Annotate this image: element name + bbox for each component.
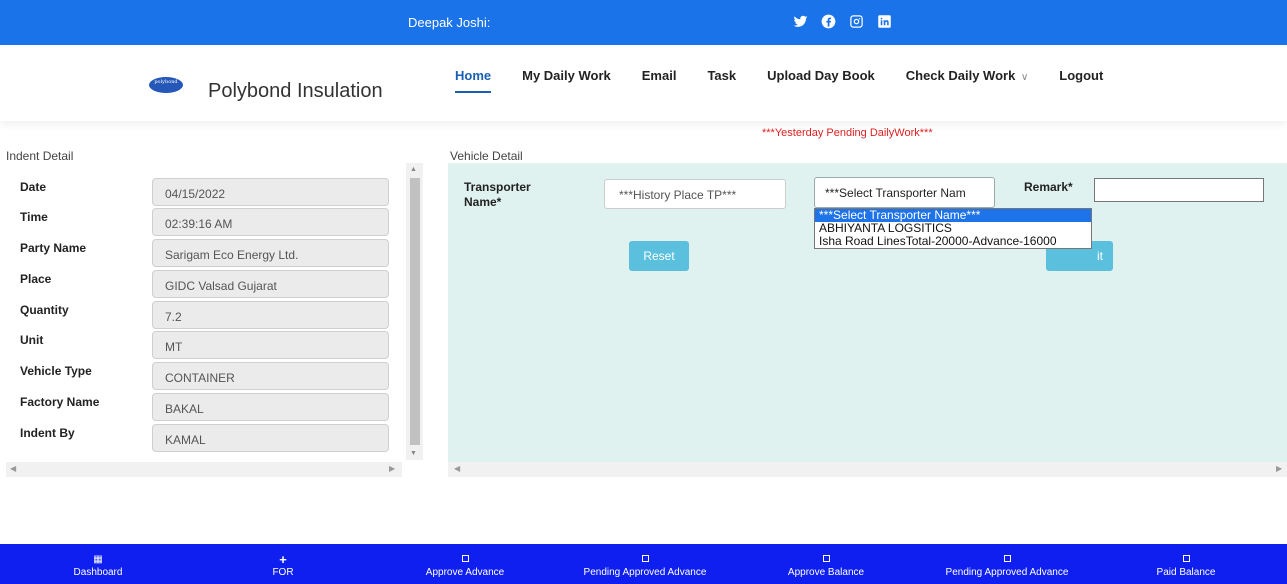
bottom-nav-label: Pending Approved Advance	[945, 567, 1069, 578]
scroll-right-icon[interactable]: ▶	[1276, 464, 1282, 473]
nav-check-daily-work-label: Check Daily Work	[905, 68, 1016, 83]
nav-logout[interactable]: Logout	[1059, 68, 1103, 93]
nav-email[interactable]: Email	[642, 68, 677, 93]
indent-label: Vehicle Type	[20, 364, 92, 378]
twitter-icon[interactable]	[792, 13, 808, 29]
submit-button-label: it	[1097, 249, 1103, 263]
square-icon	[1146, 555, 1226, 565]
square-icon	[567, 555, 723, 565]
nav-check-daily-work[interactable]: Check Daily Work ∨	[906, 68, 1029, 93]
scroll-up-icon[interactable]: ▲	[410, 166, 417, 173]
indent-label: Factory Name	[20, 395, 100, 409]
plus-icon: +	[279, 552, 287, 567]
indent-value: 02:39:16 AM	[152, 208, 389, 236]
bottom-nav-label: FOR	[272, 567, 294, 578]
indent-detail-title: Indent Detail	[6, 149, 74, 163]
indent-horizontal-scrollbar[interactable]: ◀ ▶	[6, 462, 402, 477]
instagram-icon[interactable]	[848, 13, 864, 29]
facebook-icon[interactable]	[820, 13, 836, 29]
transporter-name-label: Transporter Name*	[464, 180, 531, 209]
transporter-select[interactable]: ***Select Transporter Nam	[814, 177, 995, 208]
reset-button[interactable]: Reset	[629, 241, 689, 271]
pending-notice[interactable]: ***Yesterday Pending DailyWork***	[762, 127, 933, 139]
indent-label: Time	[20, 210, 48, 224]
brand-logo[interactable]: polybond	[149, 77, 183, 93]
indent-vertical-scrollbar[interactable]: ▲ ▼	[406, 163, 423, 460]
indent-detail-panel: Date 04/15/2022 Time 02:39:16 AM Party N…	[6, 163, 423, 475]
bottom-nav-for[interactable]: + FOR	[253, 544, 313, 584]
indent-label: Unit	[20, 333, 44, 347]
nav-my-daily-work[interactable]: My Daily Work	[522, 68, 611, 93]
indent-row-date: Date 04/15/2022	[6, 178, 406, 209]
indent-row-indent-by: Indent By KAMAL	[6, 424, 406, 455]
remark-label: Remark*	[1024, 180, 1073, 194]
bottom-nav-dashboard[interactable]: ▦ Dashboard	[57, 544, 139, 584]
nav-upload-day-book[interactable]: Upload Day Book	[767, 68, 875, 93]
square-icon	[929, 555, 1085, 565]
remark-input[interactable]	[1094, 178, 1264, 202]
indent-value: MT	[152, 331, 389, 359]
vehicle-detail-title: Vehicle Detail	[450, 149, 523, 163]
indent-value: Sarigam Eco Energy Ltd.	[152, 239, 389, 267]
scroll-left-icon[interactable]: ◀	[10, 464, 16, 473]
transporter-dropdown-list: ***Select Transporter Name*** ABHIYANTA …	[814, 208, 1092, 249]
main-nav: Home My Daily Work Email Task Upload Day…	[455, 68, 1134, 93]
grid-icon: ▦	[93, 554, 103, 565]
history-place-field[interactable]: ***History Place TP***	[604, 179, 786, 209]
indent-value: KAMAL	[152, 424, 389, 452]
chevron-down-icon: ∨	[1020, 72, 1029, 83]
bottom-nav-pending-approved-advance-2[interactable]: Pending Approved Advance	[929, 544, 1085, 584]
indent-value: 7.2	[152, 301, 389, 329]
indent-value: GIDC Valsad Gujarat	[152, 270, 389, 298]
app-root: Deepak Joshi: polybond Polybond Insulati…	[0, 0, 1287, 584]
bottom-nav-label: Approve Advance	[425, 567, 505, 578]
bottom-nav-label: Paid Balance	[1156, 567, 1216, 578]
bottom-nav-approve-balance[interactable]: Approve Balance	[771, 544, 881, 584]
bottom-nav-paid-balance[interactable]: Paid Balance	[1146, 544, 1226, 584]
scroll-down-icon[interactable]: ▼	[410, 450, 417, 457]
brand-name[interactable]: Polybond Insulation	[208, 80, 383, 103]
indent-label: Indent By	[20, 426, 75, 440]
main-header: polybond Polybond Insulation Home My Dai…	[0, 45, 1287, 121]
bottom-nav-label: Dashboard	[73, 567, 123, 578]
indent-row-quantity: Quantity 7.2	[6, 301, 406, 332]
indent-value: 04/15/2022	[152, 178, 389, 206]
dropdown-option[interactable]: Isha Road LinesTotal-20000-Advance-16000	[815, 235, 1091, 248]
indent-label: Quantity	[20, 303, 69, 317]
bottom-nav-label: Pending Approved Advance	[583, 567, 707, 578]
bottom-nav-pending-approved-advance[interactable]: Pending Approved Advance	[567, 544, 723, 584]
vehicle-horizontal-scrollbar[interactable]: ◀ ▶	[448, 462, 1287, 477]
social-links	[792, 13, 892, 29]
indent-label: Place	[20, 272, 52, 286]
scroll-left-icon[interactable]: ◀	[454, 464, 460, 473]
top-bar: Deepak Joshi:	[0, 0, 1287, 45]
indent-row-time: Time 02:39:16 AM	[6, 208, 406, 239]
indent-row-place: Place GIDC Valsad Gujarat	[6, 270, 406, 301]
indent-row-factory-name: Factory Name BAKAL	[6, 393, 406, 424]
indent-value: CONTAINER	[152, 362, 389, 390]
bottom-nav-approve-advance[interactable]: Approve Advance	[410, 544, 520, 584]
square-icon	[771, 555, 881, 565]
indent-value: BAKAL	[152, 393, 389, 421]
indent-label: Date	[20, 180, 47, 194]
scroll-thumb[interactable]	[410, 178, 420, 445]
nav-task[interactable]: Task	[707, 68, 736, 93]
nav-home[interactable]: Home	[455, 68, 492, 93]
indent-row-vehicle-type: Vehicle Type CONTAINER	[6, 362, 406, 393]
bottom-nav-bar: ▦ Dashboard + FOR Approve Advance Pendin…	[0, 544, 1287, 584]
user-name: Deepak Joshi:	[408, 15, 491, 30]
linkedin-icon[interactable]	[876, 13, 892, 29]
bottom-nav-label: Approve Balance	[787, 567, 865, 578]
indent-row-unit: Unit MT	[6, 331, 406, 362]
scroll-right-icon[interactable]: ▶	[389, 464, 395, 473]
indent-label: Party Name	[20, 241, 87, 255]
indent-row-party-name: Party Name Sarigam Eco Energy Ltd.	[6, 239, 406, 270]
square-icon	[410, 555, 520, 565]
